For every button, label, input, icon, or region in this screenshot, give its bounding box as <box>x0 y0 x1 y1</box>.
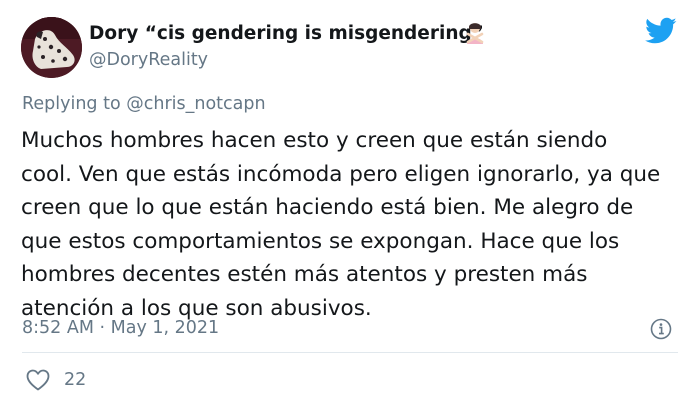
tweet-body-line: creen que lo que están haciendo está bie… <box>21 195 634 220</box>
tweet-body-line: cool. Ven que estás incómoda pero eligen… <box>21 161 661 187</box>
tweet-body: Muchos hombres hacen esto y creen que es… <box>21 124 681 325</box>
info-icon[interactable] <box>650 318 672 340</box>
person-gesturing-no-emoji <box>466 23 484 44</box>
heart-icon[interactable] <box>26 369 50 391</box>
avatar-dog-image <box>21 17 82 78</box>
like-count: 22 <box>64 370 87 390</box>
tweet-card: Dory “cis gendering is misgendering” @Do… <box>0 0 700 409</box>
tweet-body-line: hombres decentes estén más atentos y pre… <box>21 262 588 287</box>
replying-to-mention[interactable]: @chris_notcapn <box>126 94 265 114</box>
tweet-body-line: que estos comportamientos se expongan. H… <box>21 228 620 254</box>
twitter-bird-icon[interactable] <box>645 17 677 45</box>
divider <box>22 352 678 353</box>
avatar[interactable] <box>21 17 82 78</box>
replying-prefix: Replying to <box>22 94 127 114</box>
replying-to: Replying to @chris_notcapn <box>22 94 266 114</box>
tweet-body-line: Muchos hombres hacen esto y creen que es… <box>21 128 608 153</box>
tweet-timestamp[interactable]: 8:52 AM · May 1, 2021 <box>22 318 219 338</box>
user-handle[interactable]: @DoryReality <box>89 50 208 70</box>
display-name[interactable]: Dory “cis gendering is misgendering” <box>89 23 484 44</box>
